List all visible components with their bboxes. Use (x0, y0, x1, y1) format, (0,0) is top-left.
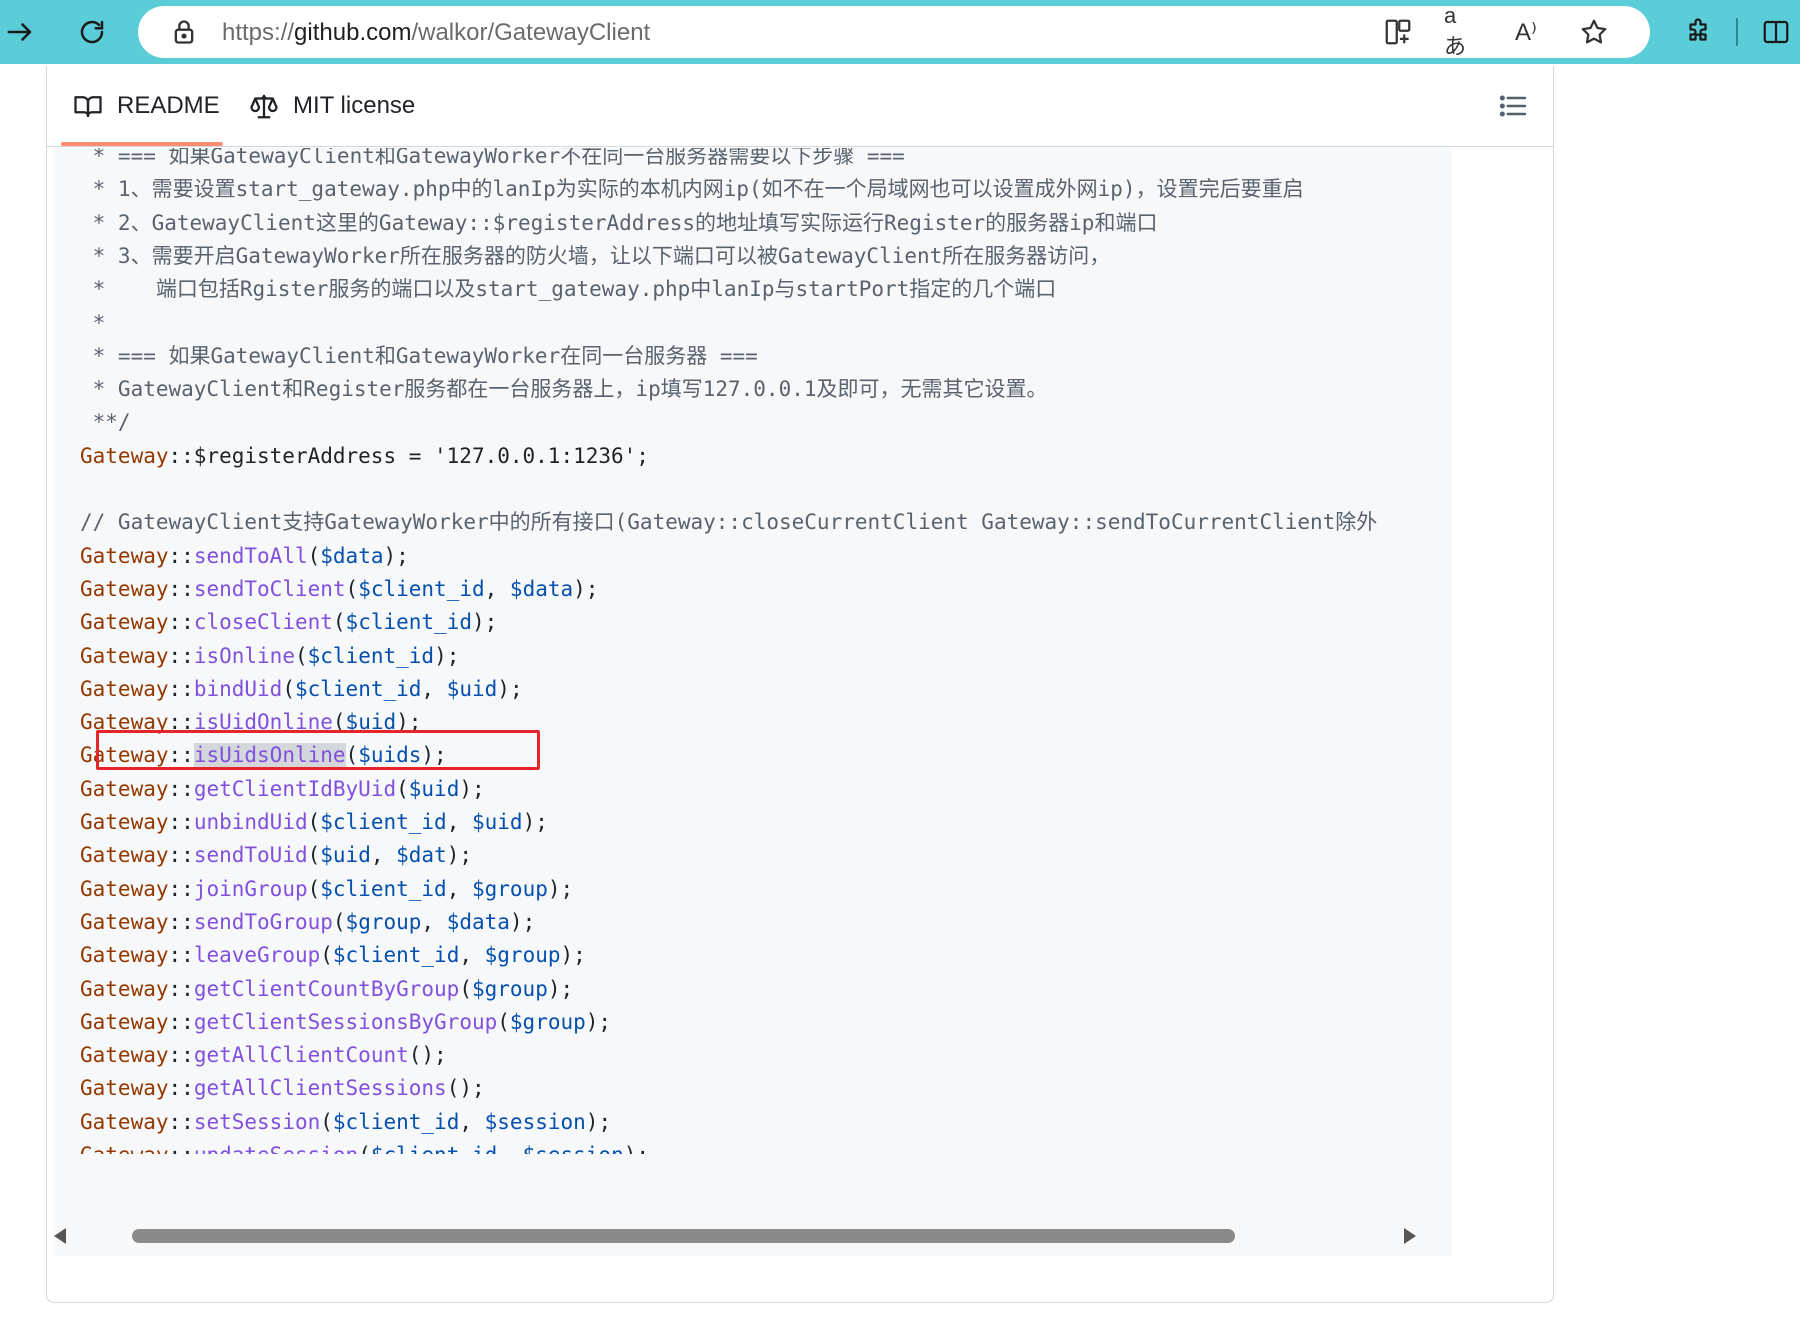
scale-icon (250, 94, 278, 119)
url-path: /walkor/GatewayClient (411, 19, 651, 46)
split-screen-icon[interactable] (1758, 12, 1794, 52)
code-line: Gateway::setSession($client_id, $session… (80, 1109, 612, 1134)
extensions-puzzle-icon[interactable] (1680, 12, 1716, 52)
code-line: Gateway::getClientIdByUid($uid); (80, 776, 485, 801)
code-line: Gateway::sendToClient($client_id, $data)… (80, 576, 599, 601)
code-line: * 端口包括Rgister服务的端口以及start_gateway.php中la… (80, 277, 1057, 302)
code-line: Gateway::updateSession($client_id, $sess… (80, 1139, 649, 1154)
read-aloud-glyph: A⁾ (1515, 18, 1537, 46)
back-arrow-icon[interactable] (0, 12, 40, 52)
scroll-left-arrow-icon[interactable] (54, 1228, 66, 1244)
tab-license[interactable]: MIT license (249, 66, 415, 146)
code-block[interactable]: * === 如果GatewayClient和GatewayWorker不在同一台… (54, 148, 1452, 1248)
url-host: github.com (294, 19, 412, 46)
code-line: Gateway::sendToGroup($group, $data); (80, 909, 536, 934)
code-line: * 2、GatewayClient这里的Gateway::$registerAd… (80, 210, 1158, 235)
code-line: Gateway::getClientCountByGroup($group); (80, 976, 574, 1001)
app-grid-icon[interactable] (1382, 16, 1414, 48)
code-line: Gateway::$registerAddress = '127.0.0.1:1… (80, 443, 649, 468)
toolbar-separator (1736, 18, 1738, 46)
tab-readme-label: README (117, 92, 220, 119)
code-line: // GatewayClient支持GatewayWorker中的所有接口(Ga… (80, 510, 1378, 535)
scroll-right-arrow-icon[interactable] (1404, 1228, 1416, 1244)
code-line: * 3、需要开启GatewayWorker所在服务器的防火墙，让以下端口可以被G… (80, 243, 1111, 268)
code-line: Gateway::bindUid($client_id, $uid); (80, 676, 523, 701)
code-line: Gateway::closeClient($client_id); (80, 610, 498, 635)
code-line: Gateway::isOnline($client_id); (80, 643, 460, 668)
code-line: Gateway::sendToUid($uid, $dat); (80, 843, 473, 868)
address-bar[interactable]: https://github.com/walkor/GatewayClient … (138, 3, 1650, 59)
code-line: * === 如果GatewayClient和GatewayWorker在同一台服… (80, 343, 758, 368)
code-line: Gateway::getAllClientCount(); (80, 1043, 447, 1068)
code-line: Gateway::joinGroup($client_id, $group); (80, 876, 574, 901)
code-line: Gateway::unbindUid($client_id, $uid); (80, 810, 548, 834)
browser-toolbar: https://github.com/walkor/GatewayClient … (0, 0, 1800, 64)
code-line: Gateway::getAllClientSessions(); (80, 1076, 485, 1101)
annotation-highlight-box (96, 730, 540, 770)
tab-license-label: MIT license (293, 92, 416, 119)
active-tab-underline (61, 142, 223, 146)
read-aloud-icon[interactable]: A⁾ (1510, 16, 1542, 48)
code-line: * GatewayClient和Register服务都在一台服务器上，ip填写1… (80, 377, 1048, 402)
code-line: * (80, 310, 106, 335)
code-line: Gateway::getClientSessionsByGroup($group… (80, 1009, 612, 1034)
translate-icon[interactable]: aあ (1444, 3, 1476, 59)
code-lines: * === 如果GatewayClient和GatewayWorker不在同一台… (80, 148, 1380, 1154)
list-outline-icon[interactable] (1497, 90, 1529, 122)
url-prefix: https:// (222, 19, 295, 46)
url-text[interactable]: https://github.com/walkor/GatewayClient (222, 19, 650, 47)
code-line: Gateway::leaveGroup($client_id, $group); (80, 943, 586, 968)
reload-icon[interactable] (72, 12, 112, 52)
code-line: * === 如果GatewayClient和GatewayWorker不在同一台… (80, 148, 905, 168)
scroll-thumb[interactable] (132, 1229, 1235, 1243)
code-line: * 1、需要设置start_gateway.php中的lanIp为实际的本机内网… (80, 177, 1304, 202)
book-icon (74, 96, 102, 118)
code-line: **/ (80, 410, 131, 435)
translate-glyph: aあ (1444, 3, 1467, 59)
tab-readme[interactable]: README (73, 66, 220, 146)
favorite-star-icon[interactable] (1578, 16, 1610, 48)
readme-header: README MIT license (47, 66, 1553, 147)
code-line: Gateway::sendToAll($data); (80, 543, 409, 568)
lock-icon[interactable] (170, 18, 198, 46)
